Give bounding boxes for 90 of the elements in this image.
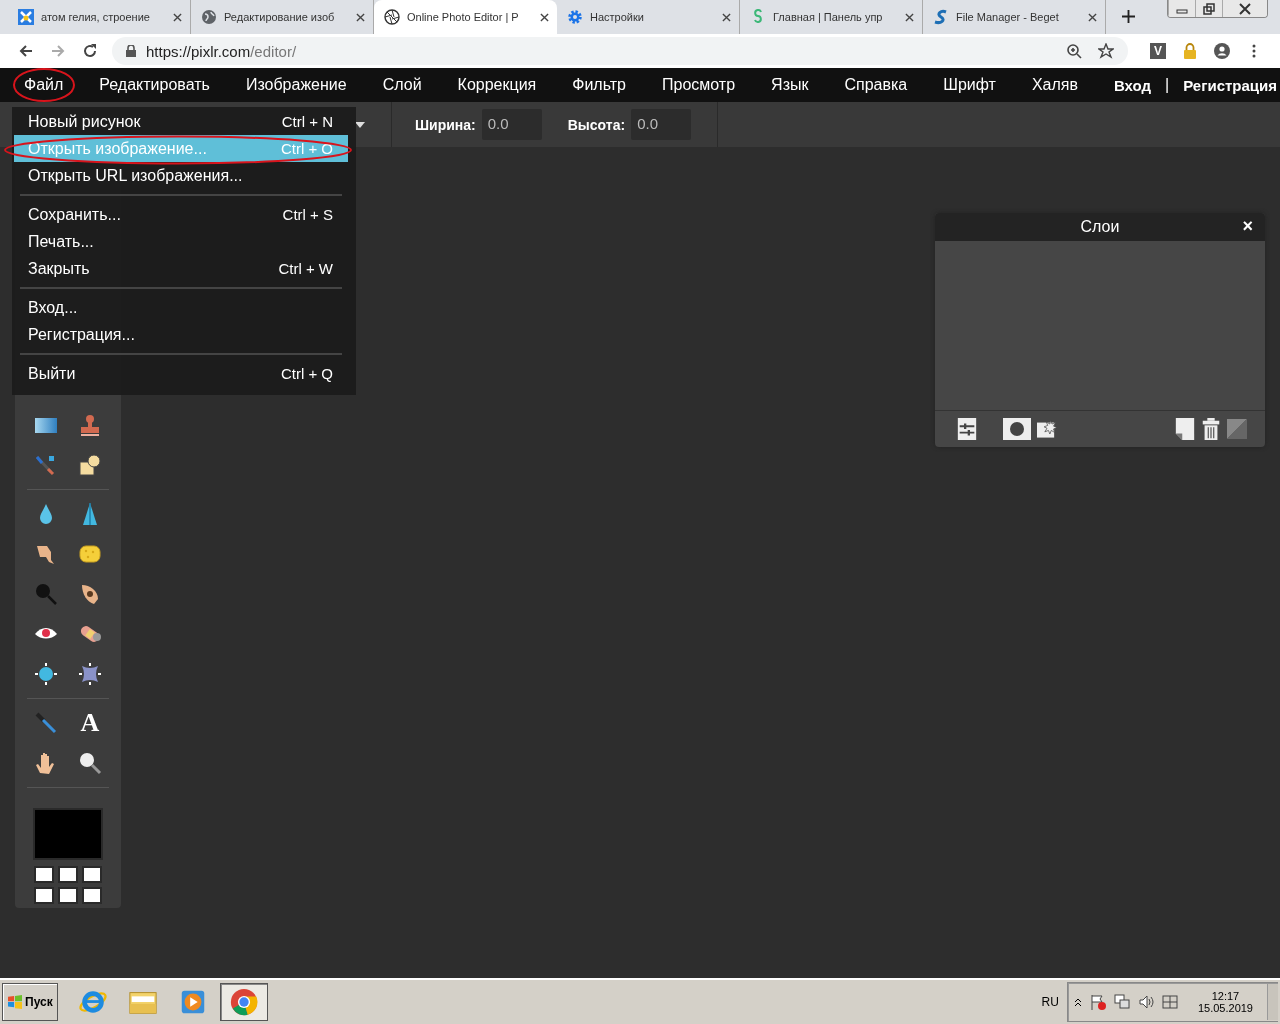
annotation-ellipse bbox=[12, 67, 76, 103]
width-field[interactable]: 0.0 bbox=[481, 109, 542, 140]
time-text: 12:17 bbox=[1211, 990, 1240, 1002]
menu-item[interactable]: Выйти Ctrl + Q bbox=[14, 360, 348, 387]
menu-item[interactable]: Шрифт bbox=[943, 76, 996, 94]
mask-icon[interactable] bbox=[1003, 418, 1031, 440]
gear-icon bbox=[567, 9, 583, 25]
pinch-tool-icon[interactable] bbox=[78, 662, 102, 686]
login-link[interactable]: Вход bbox=[1113, 76, 1152, 94]
zoom-icon[interactable] bbox=[1066, 43, 1082, 59]
trash-icon[interactable] bbox=[1201, 418, 1221, 440]
menu-item[interactable]: Справка bbox=[844, 76, 908, 94]
width-label: Ширина: bbox=[415, 116, 476, 133]
date-text: 15.05.2019 bbox=[1197, 1002, 1253, 1014]
chrome-logo-icon bbox=[228, 987, 259, 1017]
zoom-tool-icon[interactable] bbox=[78, 751, 102, 775]
menu-item[interactable]: Просмотр bbox=[662, 76, 736, 94]
menu-item[interactable]: Фильтр bbox=[572, 76, 626, 94]
globe-icon bbox=[201, 9, 217, 25]
account-icon[interactable] bbox=[1214, 43, 1230, 59]
extension-button[interactable]: V bbox=[1150, 43, 1166, 59]
menu-item[interactable]: Редактировать bbox=[99, 76, 210, 94]
menu-item[interactable]: Слой bbox=[382, 76, 422, 94]
aperture-icon bbox=[384, 9, 400, 25]
windows-logo-icon bbox=[7, 995, 23, 1009]
start-button[interactable]: Пуск bbox=[2, 983, 58, 1021]
network-icon[interactable] bbox=[1113, 994, 1130, 1010]
speaker-icon[interactable] bbox=[1137, 994, 1154, 1010]
menu-item[interactable]: Регистрация... bbox=[14, 321, 348, 348]
lock-icon bbox=[126, 45, 136, 57]
menu-item[interactable]: Халяв bbox=[1031, 76, 1078, 94]
tab-title: Главная | Панель упр bbox=[773, 11, 884, 23]
restore-button[interactable] bbox=[1195, 0, 1222, 17]
menu-item[interactable]: Изображение bbox=[245, 76, 347, 94]
browser-tab[interactable]: Online Photo Editor | P bbox=[374, 0, 557, 34]
tab-title: атом гелия, строение bbox=[41, 11, 151, 23]
tab-title: Редактирование изоб bbox=[224, 11, 336, 23]
menu-divider: | bbox=[1165, 76, 1170, 94]
tab-title: Настройки bbox=[590, 11, 645, 23]
star-icon[interactable] bbox=[1098, 43, 1114, 59]
color-swatch[interactable] bbox=[33, 808, 103, 860]
caret-icon[interactable] bbox=[355, 121, 365, 128]
panel-title: Слои bbox=[1080, 218, 1120, 236]
height-label: Высота: bbox=[567, 116, 626, 133]
register-link[interactable]: Регистрация bbox=[1183, 76, 1278, 94]
tab-title: File Manager - Beget bbox=[956, 11, 1060, 23]
back-icon[interactable] bbox=[18, 43, 34, 59]
new-layer-icon[interactable] bbox=[1175, 418, 1195, 440]
chevron-up-icon[interactable] bbox=[1073, 997, 1082, 1007]
restore-icon bbox=[1203, 2, 1215, 15]
menu-item[interactable]: Коррекция bbox=[457, 76, 537, 94]
url-text: https://pixlr.com/editor/ bbox=[146, 42, 297, 60]
menu-item[interactable]: Новый рисунок Ctrl + N bbox=[14, 108, 348, 135]
menu-item[interactable]: Печать... bbox=[14, 228, 348, 255]
close-icon[interactable] bbox=[905, 12, 914, 22]
text-tool-button[interactable]: A bbox=[78, 711, 102, 735]
menu-item[interactable]: Вход... bbox=[14, 294, 348, 321]
close-icon[interactable] bbox=[540, 12, 549, 22]
close-icon[interactable] bbox=[356, 12, 365, 22]
menu-item[interactable]: Открыть URL изображения... bbox=[14, 162, 348, 189]
taskbar-app-button[interactable] bbox=[219, 983, 268, 1021]
shapes-tool-icon[interactable] bbox=[78, 453, 102, 477]
bloat-tool-icon[interactable] bbox=[34, 662, 58, 686]
x-logo-icon bbox=[18, 9, 34, 25]
sparkle-image-icon[interactable] bbox=[1037, 418, 1057, 440]
menu-item[interactable]: Сохранить... Ctrl + S bbox=[14, 201, 348, 228]
close-button[interactable] bbox=[1222, 0, 1267, 17]
reload-icon[interactable] bbox=[82, 43, 98, 59]
close-icon bbox=[1239, 2, 1251, 15]
sponge-tool-icon[interactable] bbox=[78, 542, 102, 566]
windows-icon[interactable] bbox=[1161, 994, 1178, 1010]
close-button[interactable]: × bbox=[1242, 217, 1253, 235]
s-logo-icon bbox=[933, 9, 949, 25]
stamp-tool-icon[interactable] bbox=[78, 413, 102, 437]
menu-item[interactable]: Закрыть Ctrl + W bbox=[14, 255, 348, 282]
address-field[interactable]: https://pixlr.com/editor/ bbox=[112, 37, 1128, 65]
height-field[interactable]: 0.0 bbox=[631, 109, 692, 140]
close-icon[interactable] bbox=[722, 12, 731, 22]
sliders-icon[interactable] bbox=[957, 418, 977, 440]
language-indicator[interactable]: RU bbox=[1041, 995, 1059, 1009]
plus-icon[interactable] bbox=[1122, 10, 1135, 23]
split-square-icon[interactable] bbox=[1227, 418, 1247, 440]
eyedropper-icon[interactable] bbox=[34, 711, 58, 735]
menu-item[interactable]: Язык bbox=[771, 76, 809, 94]
tab-title: Online Photo Editor | P bbox=[407, 11, 520, 23]
clock[interactable]: 12:17 15.05.2019 bbox=[1197, 990, 1253, 1014]
padlock-icon[interactable] bbox=[1182, 43, 1198, 59]
flag-icon[interactable] bbox=[1089, 994, 1106, 1010]
close-icon[interactable] bbox=[173, 12, 182, 22]
close-icon[interactable] bbox=[1088, 12, 1097, 22]
